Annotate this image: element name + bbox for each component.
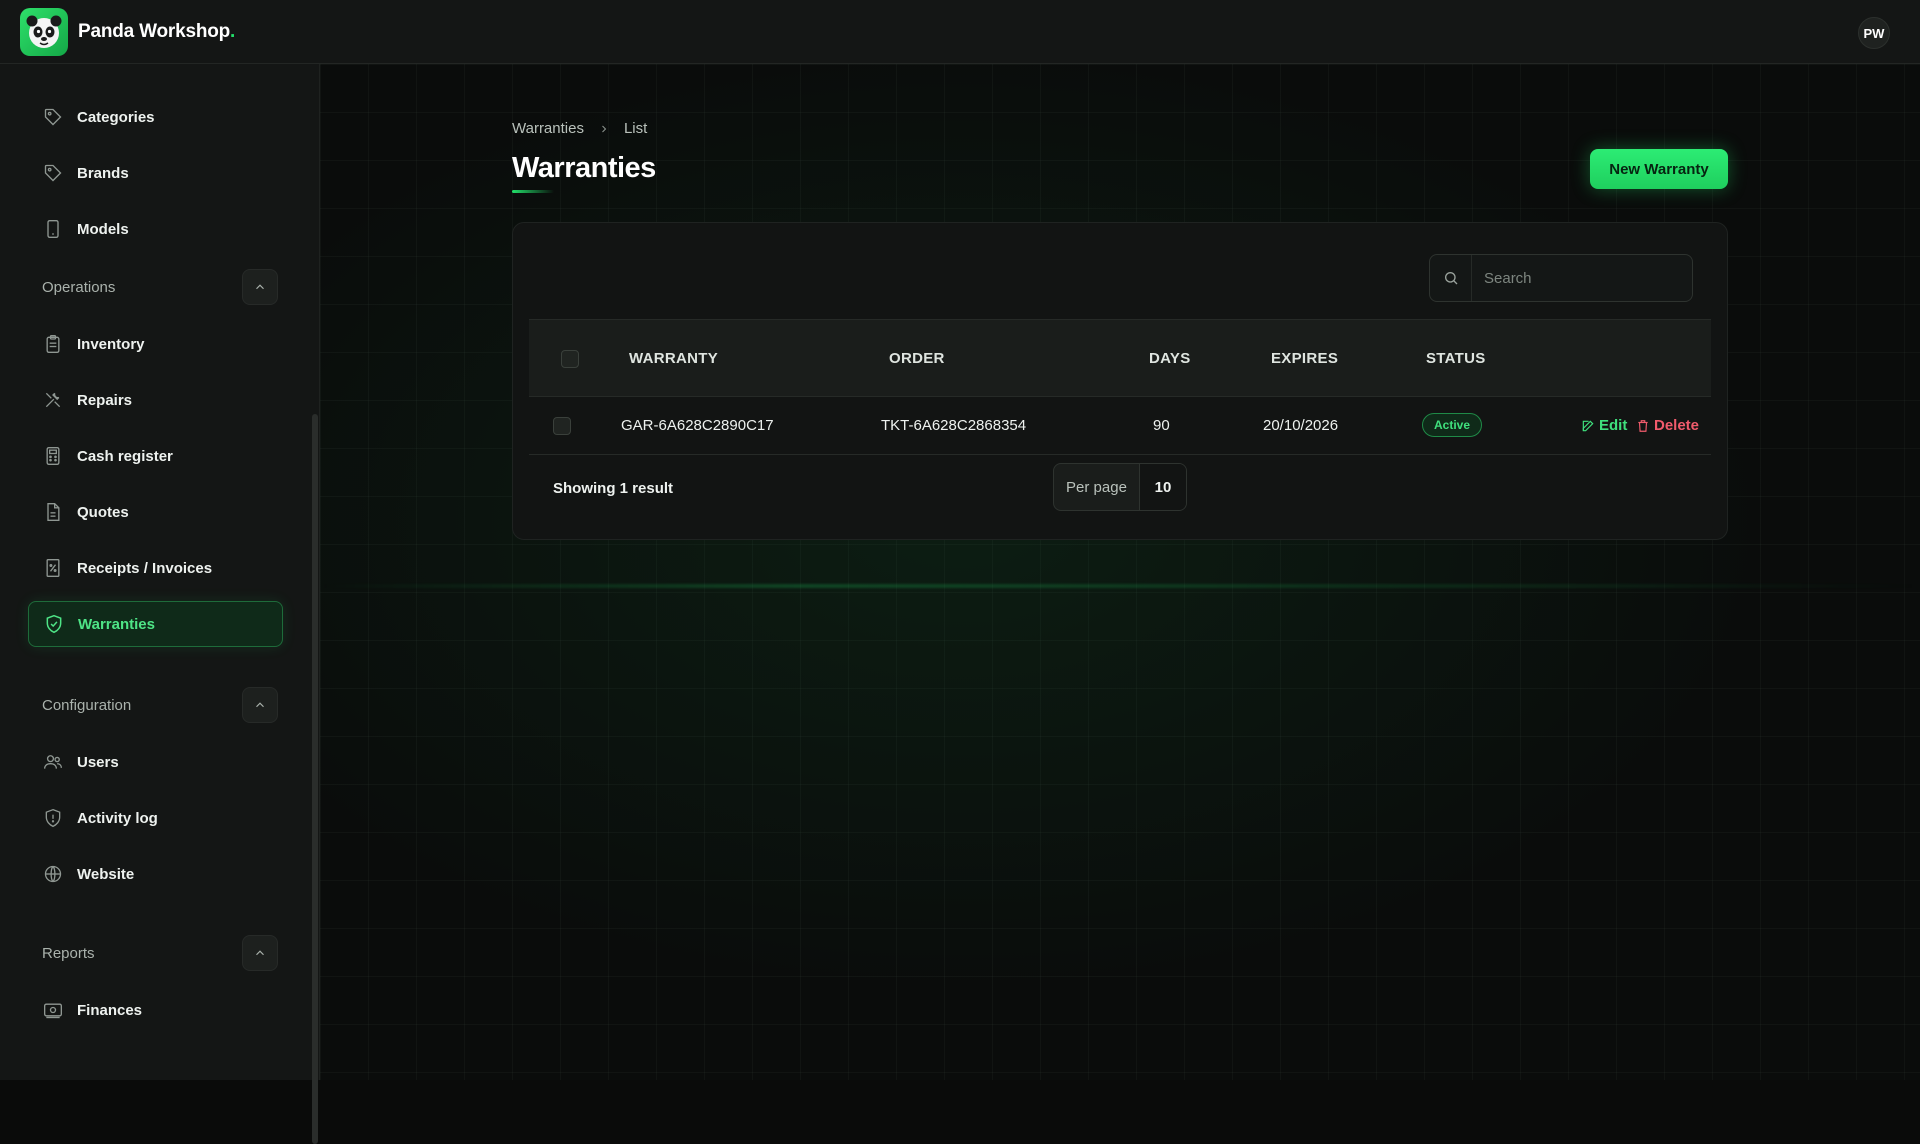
sidebar-scrollbar[interactable] bbox=[312, 414, 318, 1144]
section-operations: Operations bbox=[42, 269, 278, 305]
users-icon bbox=[42, 751, 64, 773]
sidebar-item-label: Inventory bbox=[77, 335, 145, 353]
sidebar-item-label: Cash register bbox=[77, 447, 173, 465]
collapse-reports-button[interactable] bbox=[242, 935, 278, 971]
decorative-glow-line bbox=[320, 584, 1920, 588]
sidebar-item-label: Categories bbox=[77, 108, 155, 126]
order-code: TKT-6A628C2868354 bbox=[881, 417, 1027, 434]
section-label: Reports bbox=[42, 944, 95, 962]
sidebar-item-label: Users bbox=[77, 753, 119, 771]
section-configuration: Configuration bbox=[42, 687, 278, 723]
table-row: GAR-6A628C2890C17 TKT-6A628C2868354 90 2… bbox=[529, 397, 1711, 455]
sidebar-item-label: Quotes bbox=[77, 503, 129, 521]
sidebar-item-inventory[interactable]: Inventory bbox=[28, 321, 283, 367]
sidebar-item-models[interactable]: Models bbox=[28, 206, 283, 252]
receipt-icon bbox=[42, 557, 64, 579]
search-input[interactable] bbox=[1472, 269, 1682, 287]
warranty-days: 90 bbox=[1153, 417, 1170, 434]
phone-icon bbox=[42, 218, 64, 240]
sidebar-item-quotes[interactable]: Quotes bbox=[28, 489, 283, 535]
edit-icon bbox=[1582, 420, 1594, 431]
results-summary: Showing 1 result bbox=[553, 480, 674, 497]
panda-logo-icon[interactable] bbox=[20, 7, 68, 56]
collapse-configuration-button[interactable] bbox=[242, 687, 278, 723]
per-page-select[interactable]: Per page 10 bbox=[1053, 463, 1187, 511]
column-header-warranty[interactable]: WARRANTY bbox=[629, 350, 718, 367]
shield-icon bbox=[42, 807, 64, 829]
sidebar-item-receipts-invoices[interactable]: Receipts / Invoices bbox=[28, 545, 283, 591]
sidebar-item-label: Activity log bbox=[77, 809, 158, 827]
document-icon bbox=[42, 501, 64, 523]
shield-check-icon bbox=[43, 613, 65, 635]
select-all-checkbox[interactable] bbox=[561, 350, 579, 368]
new-warranty-button[interactable]: New Warranty bbox=[1590, 149, 1728, 189]
edit-button[interactable]: Edit bbox=[1581, 417, 1627, 434]
sidebar-item-brands[interactable]: Brands bbox=[28, 150, 283, 196]
trash-icon bbox=[1638, 419, 1648, 432]
table-header: WARRANTY ORDER DAYS EXPIRES STATUS bbox=[529, 319, 1711, 397]
collapse-operations-button[interactable] bbox=[242, 269, 278, 305]
row-checkbox[interactable] bbox=[553, 417, 571, 435]
section-label: Operations bbox=[42, 278, 116, 296]
chevron-up-icon bbox=[256, 702, 264, 708]
user-avatar[interactable]: PW bbox=[1858, 17, 1890, 49]
sidebar-item-cash-register[interactable]: Cash register bbox=[28, 433, 283, 479]
sidebar-item-categories[interactable]: Categories bbox=[28, 94, 283, 140]
search-box bbox=[1429, 254, 1693, 302]
warranties-table-card: WARRANTY ORDER DAYS EXPIRES STATUS GAR-6… bbox=[512, 222, 1728, 540]
per-page-value[interactable]: 10 bbox=[1140, 464, 1186, 510]
search-icon bbox=[1430, 255, 1472, 301]
calculator-icon bbox=[42, 445, 64, 467]
sidebar-item-activity-log[interactable]: Activity log bbox=[28, 795, 283, 841]
app-name-text: Panda Workshop bbox=[78, 20, 231, 42]
sidebar-item-repairs[interactable]: Repairs bbox=[28, 377, 283, 423]
sidebar-item-label: Warranties bbox=[78, 615, 155, 633]
column-header-days[interactable]: DAYS bbox=[1149, 350, 1191, 367]
chevron-up-icon bbox=[256, 284, 264, 290]
sidebar-item-users[interactable]: Users bbox=[28, 739, 283, 785]
sidebar-item-label: Models bbox=[77, 220, 129, 238]
clipboard-icon bbox=[42, 333, 64, 355]
title-underline bbox=[512, 190, 554, 193]
delete-label: Delete bbox=[1654, 417, 1700, 434]
tools-icon bbox=[42, 389, 64, 411]
section-label: Configuration bbox=[42, 696, 132, 714]
top-bar: Panda Workshop. PW bbox=[0, 0, 1920, 64]
column-header-expires[interactable]: EXPIRES bbox=[1271, 350, 1338, 367]
tag-icon bbox=[42, 162, 64, 184]
page-title: Warranties bbox=[512, 152, 656, 184]
tag-icon bbox=[42, 106, 64, 128]
chevron-up-icon bbox=[256, 950, 264, 956]
sidebar-item-label: Finances bbox=[77, 1001, 143, 1019]
column-header-status[interactable]: STATUS bbox=[1426, 350, 1486, 367]
sidebar-item-label: Brands bbox=[77, 164, 129, 182]
main-content: Warranties List Warranties New Warranty … bbox=[320, 64, 1920, 1080]
sidebar-item-label: Receipts / Invoices bbox=[77, 559, 213, 577]
column-header-order[interactable]: ORDER bbox=[889, 350, 945, 367]
sidebar-item-label: Website bbox=[77, 865, 135, 883]
sidebar-item-website[interactable]: Website bbox=[28, 851, 283, 897]
chevron-right-icon bbox=[598, 123, 610, 135]
globe-icon bbox=[42, 863, 64, 885]
breadcrumb-parent-link[interactable]: Warranties bbox=[512, 120, 584, 137]
edit-label: Edit bbox=[1599, 417, 1628, 434]
sidebar-item-label: Repairs bbox=[77, 391, 133, 409]
sidebar-item-warranties[interactable]: Warranties bbox=[28, 601, 283, 647]
section-reports: Reports bbox=[42, 935, 278, 971]
money-icon bbox=[42, 999, 64, 1021]
per-page-label: Per page bbox=[1054, 464, 1140, 510]
status-badge: Active bbox=[1422, 413, 1483, 437]
delete-button[interactable]: Delete bbox=[1636, 417, 1699, 434]
breadcrumb: Warranties List bbox=[512, 120, 647, 137]
sidebar-item-finances[interactable]: Finances bbox=[28, 987, 283, 1033]
warranty-code: GAR-6A628C2890C17 bbox=[621, 417, 774, 434]
sidebar: Categories Brands Models Operations Inve… bbox=[0, 64, 320, 1144]
app-name[interactable]: Panda Workshop. bbox=[78, 21, 235, 43]
app-name-dot: . bbox=[230, 20, 236, 42]
breadcrumb-current: List bbox=[623, 120, 648, 137]
warranty-expires: 20/10/2026 bbox=[1263, 417, 1339, 434]
